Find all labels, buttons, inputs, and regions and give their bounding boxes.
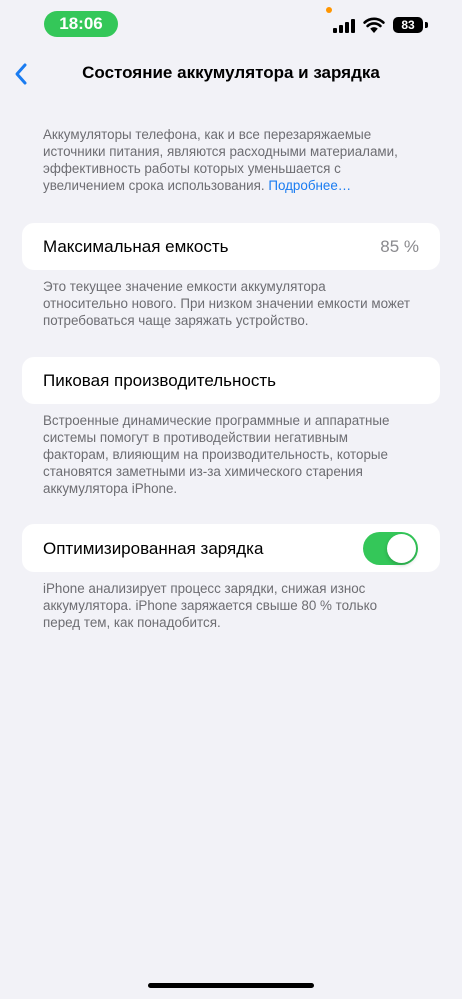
home-indicator[interactable] bbox=[148, 983, 314, 988]
optimized-charging-toggle[interactable] bbox=[363, 532, 418, 565]
battery-icon: 83 bbox=[393, 17, 423, 33]
optimized-charging-row: Оптимизированная зарядка bbox=[22, 524, 440, 572]
max-capacity-row: Максимальная емкость 85 % bbox=[22, 223, 440, 270]
max-capacity-label: Максимальная емкость bbox=[43, 237, 229, 256]
peak-performance-label: Пиковая производительность bbox=[43, 371, 277, 390]
status-bar: 18:06 83 bbox=[0, 0, 462, 48]
peak-performance-row: Пиковая производительность bbox=[22, 357, 440, 404]
wifi-icon bbox=[363, 17, 385, 33]
toggle-knob bbox=[387, 534, 416, 563]
optimized-charging-note: iPhone анализирует процесс зарядки, сниж… bbox=[43, 581, 378, 630]
signal-icon bbox=[333, 19, 355, 33]
page-title: Состояние аккумулятора и зарядка bbox=[82, 63, 380, 82]
intro-note: Аккумуляторы телефона, как и все перезар… bbox=[43, 126, 413, 194]
optimized-charging-label: Оптимизированная зарядка bbox=[43, 539, 264, 558]
battery-level: 83 bbox=[401, 18, 415, 32]
privacy-indicator-dot bbox=[326, 7, 332, 13]
max-capacity-note: Это текущее значение емкости аккумулятор… bbox=[43, 279, 410, 328]
learn-more-link[interactable]: Подробнее… bbox=[268, 178, 351, 193]
peak-performance-note: Встроенные динамические программные и ап… bbox=[43, 413, 390, 496]
battery-cap bbox=[425, 22, 428, 28]
max-capacity-value: 85 % bbox=[380, 237, 419, 256]
status-time[interactable]: 18:06 bbox=[44, 11, 118, 37]
